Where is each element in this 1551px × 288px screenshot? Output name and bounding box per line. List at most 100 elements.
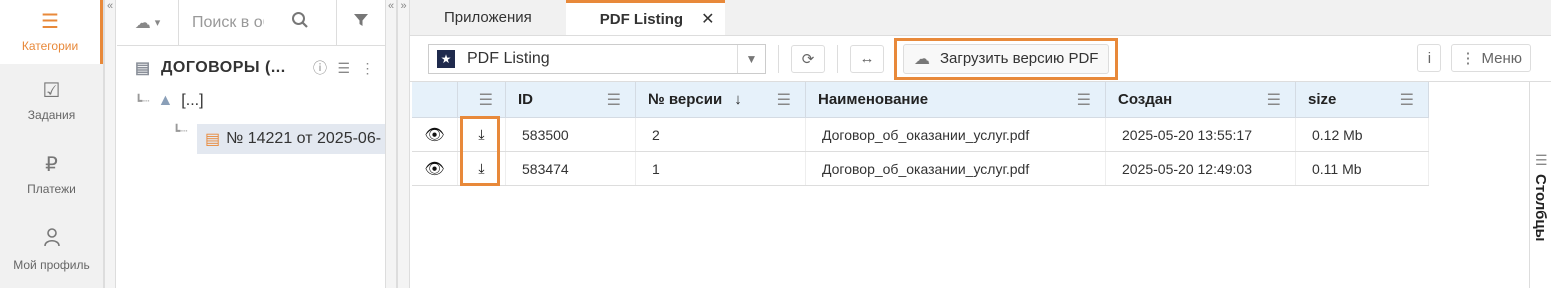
chevron-down-icon[interactable]: ▼ [737, 44, 765, 73]
divider [778, 44, 779, 73]
menu-button[interactable]: ⋮ Меню [1451, 44, 1531, 72]
tab-attachments[interactable]: Приложения [410, 0, 566, 35]
expand-width-button[interactable]: ↔ [850, 44, 884, 73]
list-menu-icon[interactable]: ☰ [337, 60, 350, 77]
tree-item-row: ┗┈ [173, 124, 195, 138]
column-header-id[interactable]: ID ☰ [506, 82, 636, 117]
tree-collapse-splitter[interactable]: « [385, 0, 397, 288]
star-icon: ★ [437, 49, 455, 68]
menu-label: Меню [1481, 49, 1522, 67]
info-button[interactable]: i [1417, 44, 1442, 72]
tree-item-up[interactable]: ┗┈ ▲ [...] [135, 92, 204, 110]
column-menu-icon[interactable]: ☰ [1077, 90, 1091, 110]
cell-id: 583474 [506, 152, 636, 185]
tree-toolbar: ☁ ▾ Поиск в облаке [117, 0, 385, 46]
nav-item-tasks[interactable]: ☑ Задания [0, 64, 103, 138]
column-title: № версии [648, 91, 723, 108]
nav-item-label: Задания [27, 108, 76, 122]
cell-name: Договор_об_оказании_услуг.pdf [806, 118, 1106, 151]
view-cell: 👁 [412, 152, 458, 185]
refresh-button[interactable]: ⟳ [791, 44, 825, 73]
arrows-horizontal-icon: ↔ [859, 50, 875, 67]
column-menu-icon[interactable]: ☰ [777, 90, 791, 110]
grid-header: ☰ ID ☰ № версии ↓ ☰ Наименование ☰ Созда… [412, 82, 1429, 118]
close-icon[interactable]: ✕ [701, 9, 714, 29]
cell-created: 2025-05-20 12:49:03 [1106, 152, 1296, 185]
info-icon: i [1427, 49, 1432, 67]
versions-grid: ☰ ID ☰ № версии ↓ ☰ Наименование ☰ Созда… [412, 82, 1429, 186]
more-vertical-icon: ⋮ [1460, 50, 1476, 67]
upload-pdf-button[interactable]: ☁ Загрузить версию PDF [903, 43, 1110, 74]
sort-down-icon: ↓ [734, 91, 742, 108]
tree-connector: ┗┈ [135, 94, 150, 108]
search-icon[interactable] [264, 11, 336, 34]
column-title: size [1308, 91, 1337, 108]
upload-label: Загрузить версию PDF [940, 50, 1099, 67]
columns-side-panel[interactable]: ☰ Столбцы [1529, 82, 1551, 288]
table-row[interactable]: 👁 ⤓ 583474 1 Договор_об_оказании_услуг.p… [412, 152, 1429, 186]
tab-bar: Приложения PDF Listing ✕ [410, 0, 1551, 36]
column-menu-icon[interactable]: ☰ [607, 90, 621, 110]
column-menu-icon[interactable]: ☰ [1400, 90, 1414, 110]
column-header-version[interactable]: № версии ↓ ☰ [636, 82, 806, 117]
table-row[interactable]: 👁 ⤓ 583500 2 Договор_об_оказании_услуг.p… [412, 118, 1429, 152]
tab-label: Приложения [444, 9, 532, 26]
folder-shield-icon: ▤ [135, 60, 151, 77]
nav-collapse-splitter[interactable]: « [104, 0, 116, 288]
tree-item-label: № 14221 от 2025-06- [226, 130, 382, 147]
header-action-cell [412, 82, 458, 117]
help-icon[interactable]: ⓘ [313, 58, 328, 78]
chevron-down-icon: ▾ [154, 17, 161, 29]
column-header-size[interactable]: size ☰ [1296, 82, 1429, 117]
column-menu-icon[interactable]: ☰ [1267, 90, 1281, 110]
nav-item-categories[interactable]: ☰ Категории [0, 0, 103, 64]
view-cell: 👁 [412, 118, 458, 151]
arrow-up-icon: ▲ [157, 92, 174, 109]
cell-version: 1 [636, 152, 806, 185]
filter-button[interactable] [337, 0, 385, 45]
left-nav: ☰ Категории ☑ Задания ₽ Платежи Мой проф… [0, 0, 104, 288]
tree-panel: ☁ ▾ Поиск в облаке ▤ ДОГОВОРЫ (... ⓘ ☰ ⋮ [117, 0, 386, 288]
column-title: Наименование [818, 91, 929, 108]
eye-icon[interactable]: 👁 [424, 125, 444, 145]
more-vertical-icon[interactable]: ⋮ [361, 60, 376, 77]
tree-item-selected[interactable]: ▤ № 14221 от 2025-06- [197, 124, 386, 154]
tree-search-input[interactable]: Поиск в облаке [179, 0, 337, 45]
header-download-cell: ☰ [458, 82, 506, 117]
tree-root-node[interactable]: ▤ ДОГОВОРЫ (... ⓘ ☰ ⋮ [117, 46, 385, 90]
search-placeholder: Поиск в облаке [192, 13, 264, 31]
main-toolbar: ★ PDF Listing ▼ ⟳ ↔ ☁ Загрузить версию P… [410, 36, 1551, 82]
filter-icon [353, 12, 369, 33]
tab-pdf-listing[interactable]: PDF Listing ✕ [565, 0, 725, 35]
column-menu-icon[interactable]: ☰ [479, 90, 493, 110]
toolbar-right: i ⋮ Меню [1417, 44, 1531, 72]
refresh-icon: ⟳ [801, 50, 815, 68]
cloud-icon: ☁ [134, 14, 151, 32]
document-clock-icon: ▤ [205, 131, 221, 148]
view-select[interactable]: ★ PDF Listing ▼ [428, 43, 766, 74]
app-root: ☰ Категории ☑ Задания ₽ Платежи Мой проф… [0, 0, 1551, 288]
cell-created: 2025-05-20 13:55:17 [1106, 118, 1296, 151]
column-header-created[interactable]: Создан ☰ [1106, 82, 1296, 117]
main-expand-splitter[interactable]: » [397, 0, 410, 288]
columns-menu-icon: ☰ [1535, 152, 1548, 168]
cell-size: 0.12 Mb [1296, 118, 1429, 151]
collapse-icon: « [387, 0, 395, 12]
tree-up-label: [...] [181, 92, 204, 109]
cloud-dropdown[interactable]: ☁ ▾ [117, 0, 179, 45]
cell-size: 0.11 Mb [1296, 152, 1429, 185]
task-check-icon: ☑ [42, 80, 61, 102]
expand-icon: » [400, 0, 407, 12]
ruble-icon: ₽ [45, 154, 58, 176]
eye-icon[interactable]: 👁 [424, 159, 444, 179]
nav-item-profile[interactable]: Мой профиль [0, 212, 103, 286]
cloud-upload-icon: ☁ [914, 50, 930, 68]
nav-item-label: Категории [21, 39, 79, 53]
column-title: ID [518, 91, 533, 108]
tree-connector: ┗┈ [173, 124, 188, 138]
divider [837, 44, 838, 73]
nav-item-payments[interactable]: ₽ Платежи [0, 138, 103, 212]
nav-item-label: Платежи [27, 182, 76, 196]
collapse-icon: « [106, 0, 114, 12]
column-header-name[interactable]: Наименование ☰ [806, 82, 1106, 117]
